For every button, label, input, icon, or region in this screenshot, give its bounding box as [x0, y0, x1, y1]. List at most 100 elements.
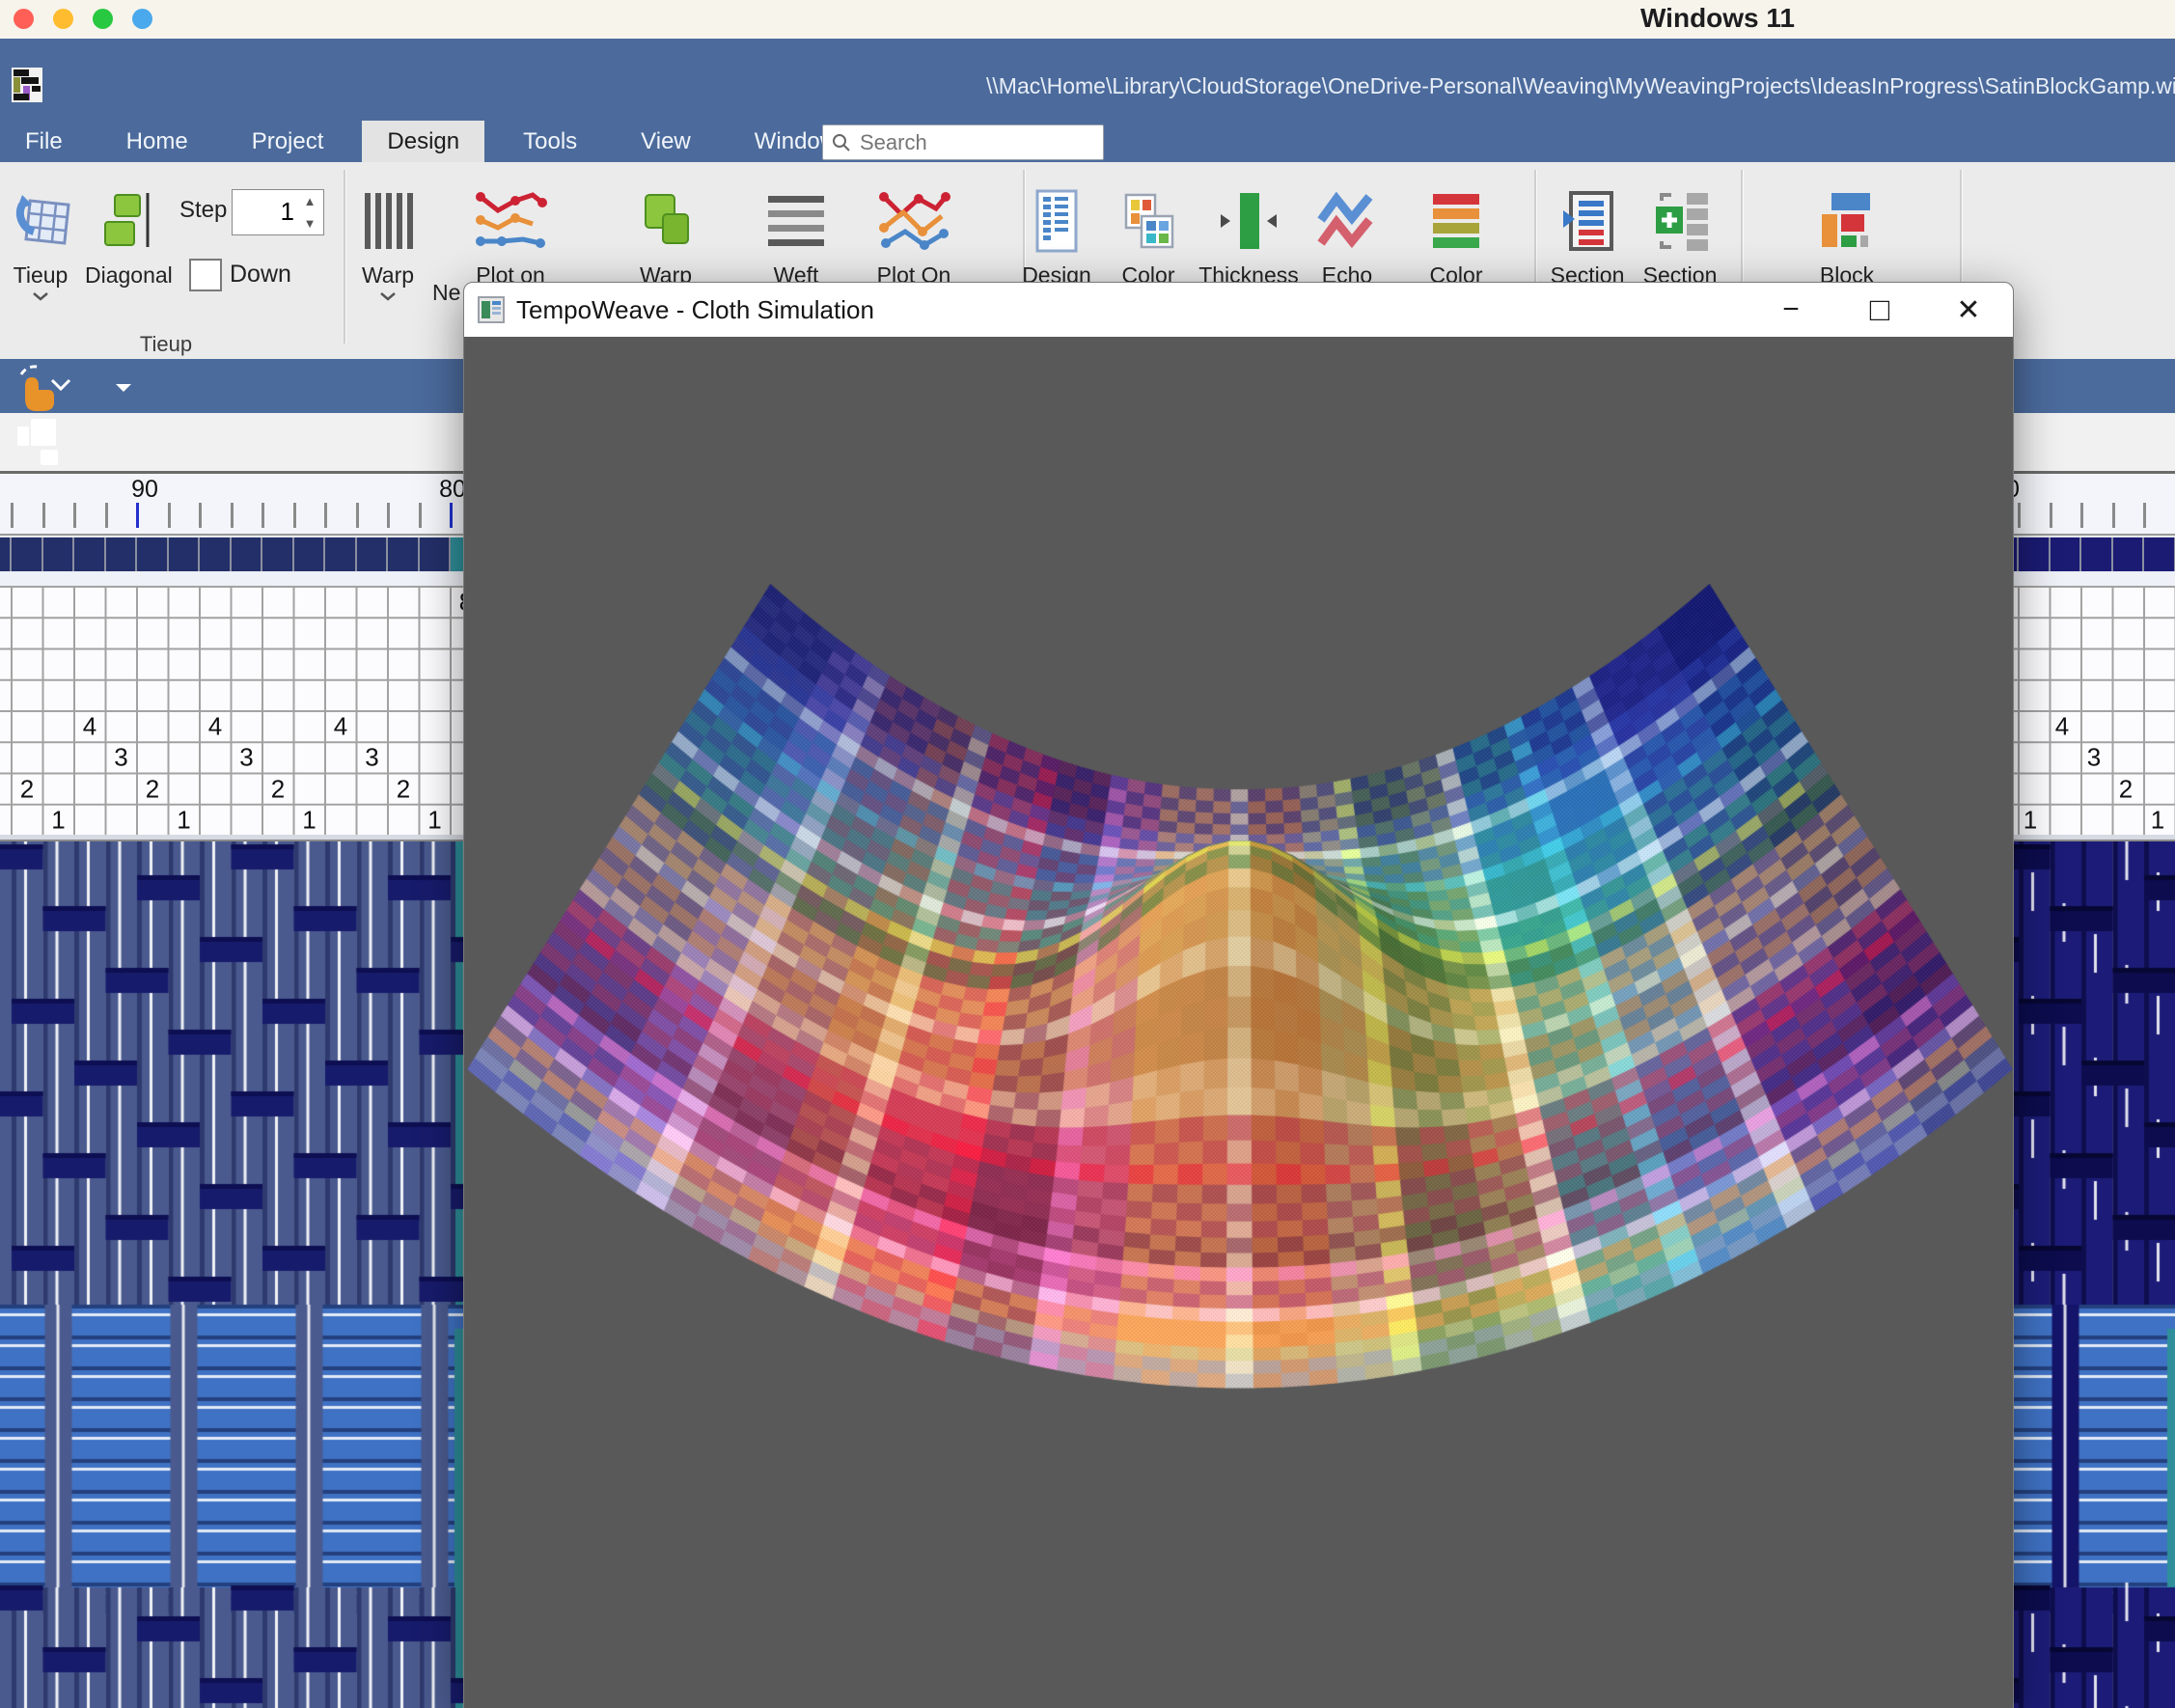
ruler-tick — [419, 503, 422, 528]
simulation-window-title: TempoWeave - Cloth Simulation — [516, 295, 874, 325]
warp-color-cell[interactable] — [137, 537, 169, 571]
warp-color-cell[interactable] — [357, 537, 389, 571]
warp-color-cell[interactable] — [12, 537, 43, 571]
section2-button[interactable]: Section — [1635, 181, 1725, 289]
ruler-tick — [136, 503, 139, 528]
step-stepper[interactable]: ▲ ▼ — [232, 189, 324, 235]
design-button[interactable]: Design — [1014, 181, 1099, 289]
ruler-tick — [2143, 503, 2146, 528]
warp-color-cell[interactable] — [262, 537, 294, 571]
step-label: Step — [179, 197, 227, 224]
cloth-simulation-window[interactable]: TempoWeave - Cloth Simulation − □ ✕ — [463, 282, 2014, 1708]
threading-number: 1 — [427, 805, 441, 835]
ruler-tick — [293, 503, 296, 528]
warp-color-cell[interactable] — [74, 537, 106, 571]
search-icon — [831, 132, 852, 153]
diagonal-button[interactable]: Diagonal — [85, 181, 166, 289]
minimize-light[interactable] — [53, 9, 73, 29]
design-doc-icon — [1030, 187, 1084, 255]
step-spin-arrows[interactable]: ▲ ▼ — [298, 190, 321, 234]
ruler-tick — [42, 503, 45, 528]
warp-color-cell[interactable] — [43, 537, 75, 571]
maximize-button[interactable]: □ — [1835, 283, 1924, 337]
warp-color-cell[interactable] — [2144, 537, 2175, 571]
tieup-button[interactable]: Tieup — [0, 181, 81, 306]
zoom-light[interactable] — [93, 9, 113, 29]
warp-lines-button[interactable]: Warp — [345, 181, 430, 306]
menu-item-home[interactable]: Home — [101, 121, 213, 162]
section-add-icon — [1648, 189, 1712, 253]
ruler-number: 80 — [439, 476, 466, 504]
simulation-titlebar[interactable]: TempoWeave - Cloth Simulation − □ ✕ — [464, 283, 2013, 337]
menu-item-design[interactable]: Design — [362, 121, 484, 162]
warp-color-cell[interactable] — [232, 537, 263, 571]
ruler-tick — [231, 503, 234, 528]
warp-color-cell[interactable] — [325, 537, 357, 571]
simulation-viewport[interactable] — [464, 337, 2013, 1708]
threading-number: 2 — [397, 774, 410, 804]
ribbon-group-label-tieup: Tieup — [89, 332, 243, 357]
warp-green-button[interactable]: Warp — [623, 181, 708, 289]
os-version-label: Windows 11 — [1640, 3, 1795, 34]
color-palette-icon — [1116, 189, 1180, 253]
down-checkbox[interactable] — [189, 259, 222, 291]
search-box[interactable] — [822, 124, 1104, 160]
warp-color-cell[interactable] — [2113, 537, 2145, 571]
down-label: Down — [230, 261, 291, 289]
pages-icon[interactable] — [17, 417, 71, 467]
warp-color-cell[interactable] — [294, 537, 326, 571]
close-button[interactable]: ✕ — [1924, 283, 2013, 337]
warp-color-cell[interactable] — [388, 537, 420, 571]
warp-color-cell[interactable] — [200, 537, 232, 571]
weft-button[interactable]: Weft — [754, 181, 839, 289]
warp-color-cell[interactable] — [2019, 537, 2051, 571]
menu-bar: FileHomeProjectDesignToolsViewWindowHelp — [0, 121, 2175, 162]
close-light[interactable] — [14, 9, 34, 29]
ruler-tick — [356, 503, 359, 528]
warp-green-icon — [634, 189, 698, 253]
ruler-tick — [2112, 503, 2115, 528]
chevron-down-icon[interactable] — [50, 378, 71, 392]
step-up-icon[interactable]: ▲ — [304, 194, 317, 208]
thickness-icon — [1217, 189, 1280, 253]
warp-color-cell[interactable] — [169, 537, 201, 571]
warp-lines-icon — [359, 189, 417, 253]
warp-color-cell[interactable] — [420, 537, 452, 571]
thickness-button[interactable]: Thickness — [1197, 181, 1301, 289]
window-controls: − □ ✕ — [1747, 283, 2013, 337]
warp-color-cell[interactable] — [2081, 537, 2113, 571]
share-light[interactable] — [132, 9, 152, 29]
chevron-down-icon — [379, 291, 397, 301]
block-button[interactable]: Block — [1803, 181, 1891, 289]
menu-item-view[interactable]: View — [616, 121, 716, 162]
simulation-window-icon — [478, 296, 505, 323]
menu-item-file[interactable]: File — [0, 121, 88, 162]
minimize-button[interactable]: − — [1747, 283, 1835, 337]
ruler-tick — [73, 503, 76, 528]
plot-on2-button[interactable]: Plot On — [864, 181, 964, 289]
dropdown-arrow-icon[interactable] — [114, 382, 133, 394]
block-icon — [1816, 189, 1878, 253]
color2-button[interactable]: Color — [1414, 181, 1499, 289]
threading-number: 1 — [302, 805, 316, 835]
threading-number: 4 — [2055, 712, 2069, 742]
threading-number: 1 — [2024, 805, 2037, 835]
color1-button[interactable]: Color — [1106, 181, 1191, 289]
search-input[interactable] — [858, 129, 1084, 156]
threading-number: 1 — [2151, 805, 2164, 835]
menu-item-tools[interactable]: Tools — [498, 121, 602, 162]
threading-number: 3 — [239, 743, 253, 773]
section1-button[interactable]: Section — [1542, 181, 1633, 289]
plot-on2-chart-icon — [876, 189, 951, 253]
menu-item-project[interactable]: Project — [227, 121, 349, 162]
ruler-tick — [324, 503, 327, 528]
echo-button[interactable]: Echo — [1305, 181, 1390, 289]
warp-color-cell[interactable] — [2051, 537, 2082, 571]
warp-color-cell[interactable] — [0, 537, 12, 571]
step-down-icon[interactable]: ▼ — [304, 216, 317, 231]
plot-on-button[interactable]: Plot on — [459, 181, 562, 289]
warp-color-cell[interactable] — [106, 537, 138, 571]
chevron-down-icon — [32, 291, 49, 301]
step-input[interactable] — [236, 192, 296, 231]
threading-number: 2 — [146, 774, 159, 804]
